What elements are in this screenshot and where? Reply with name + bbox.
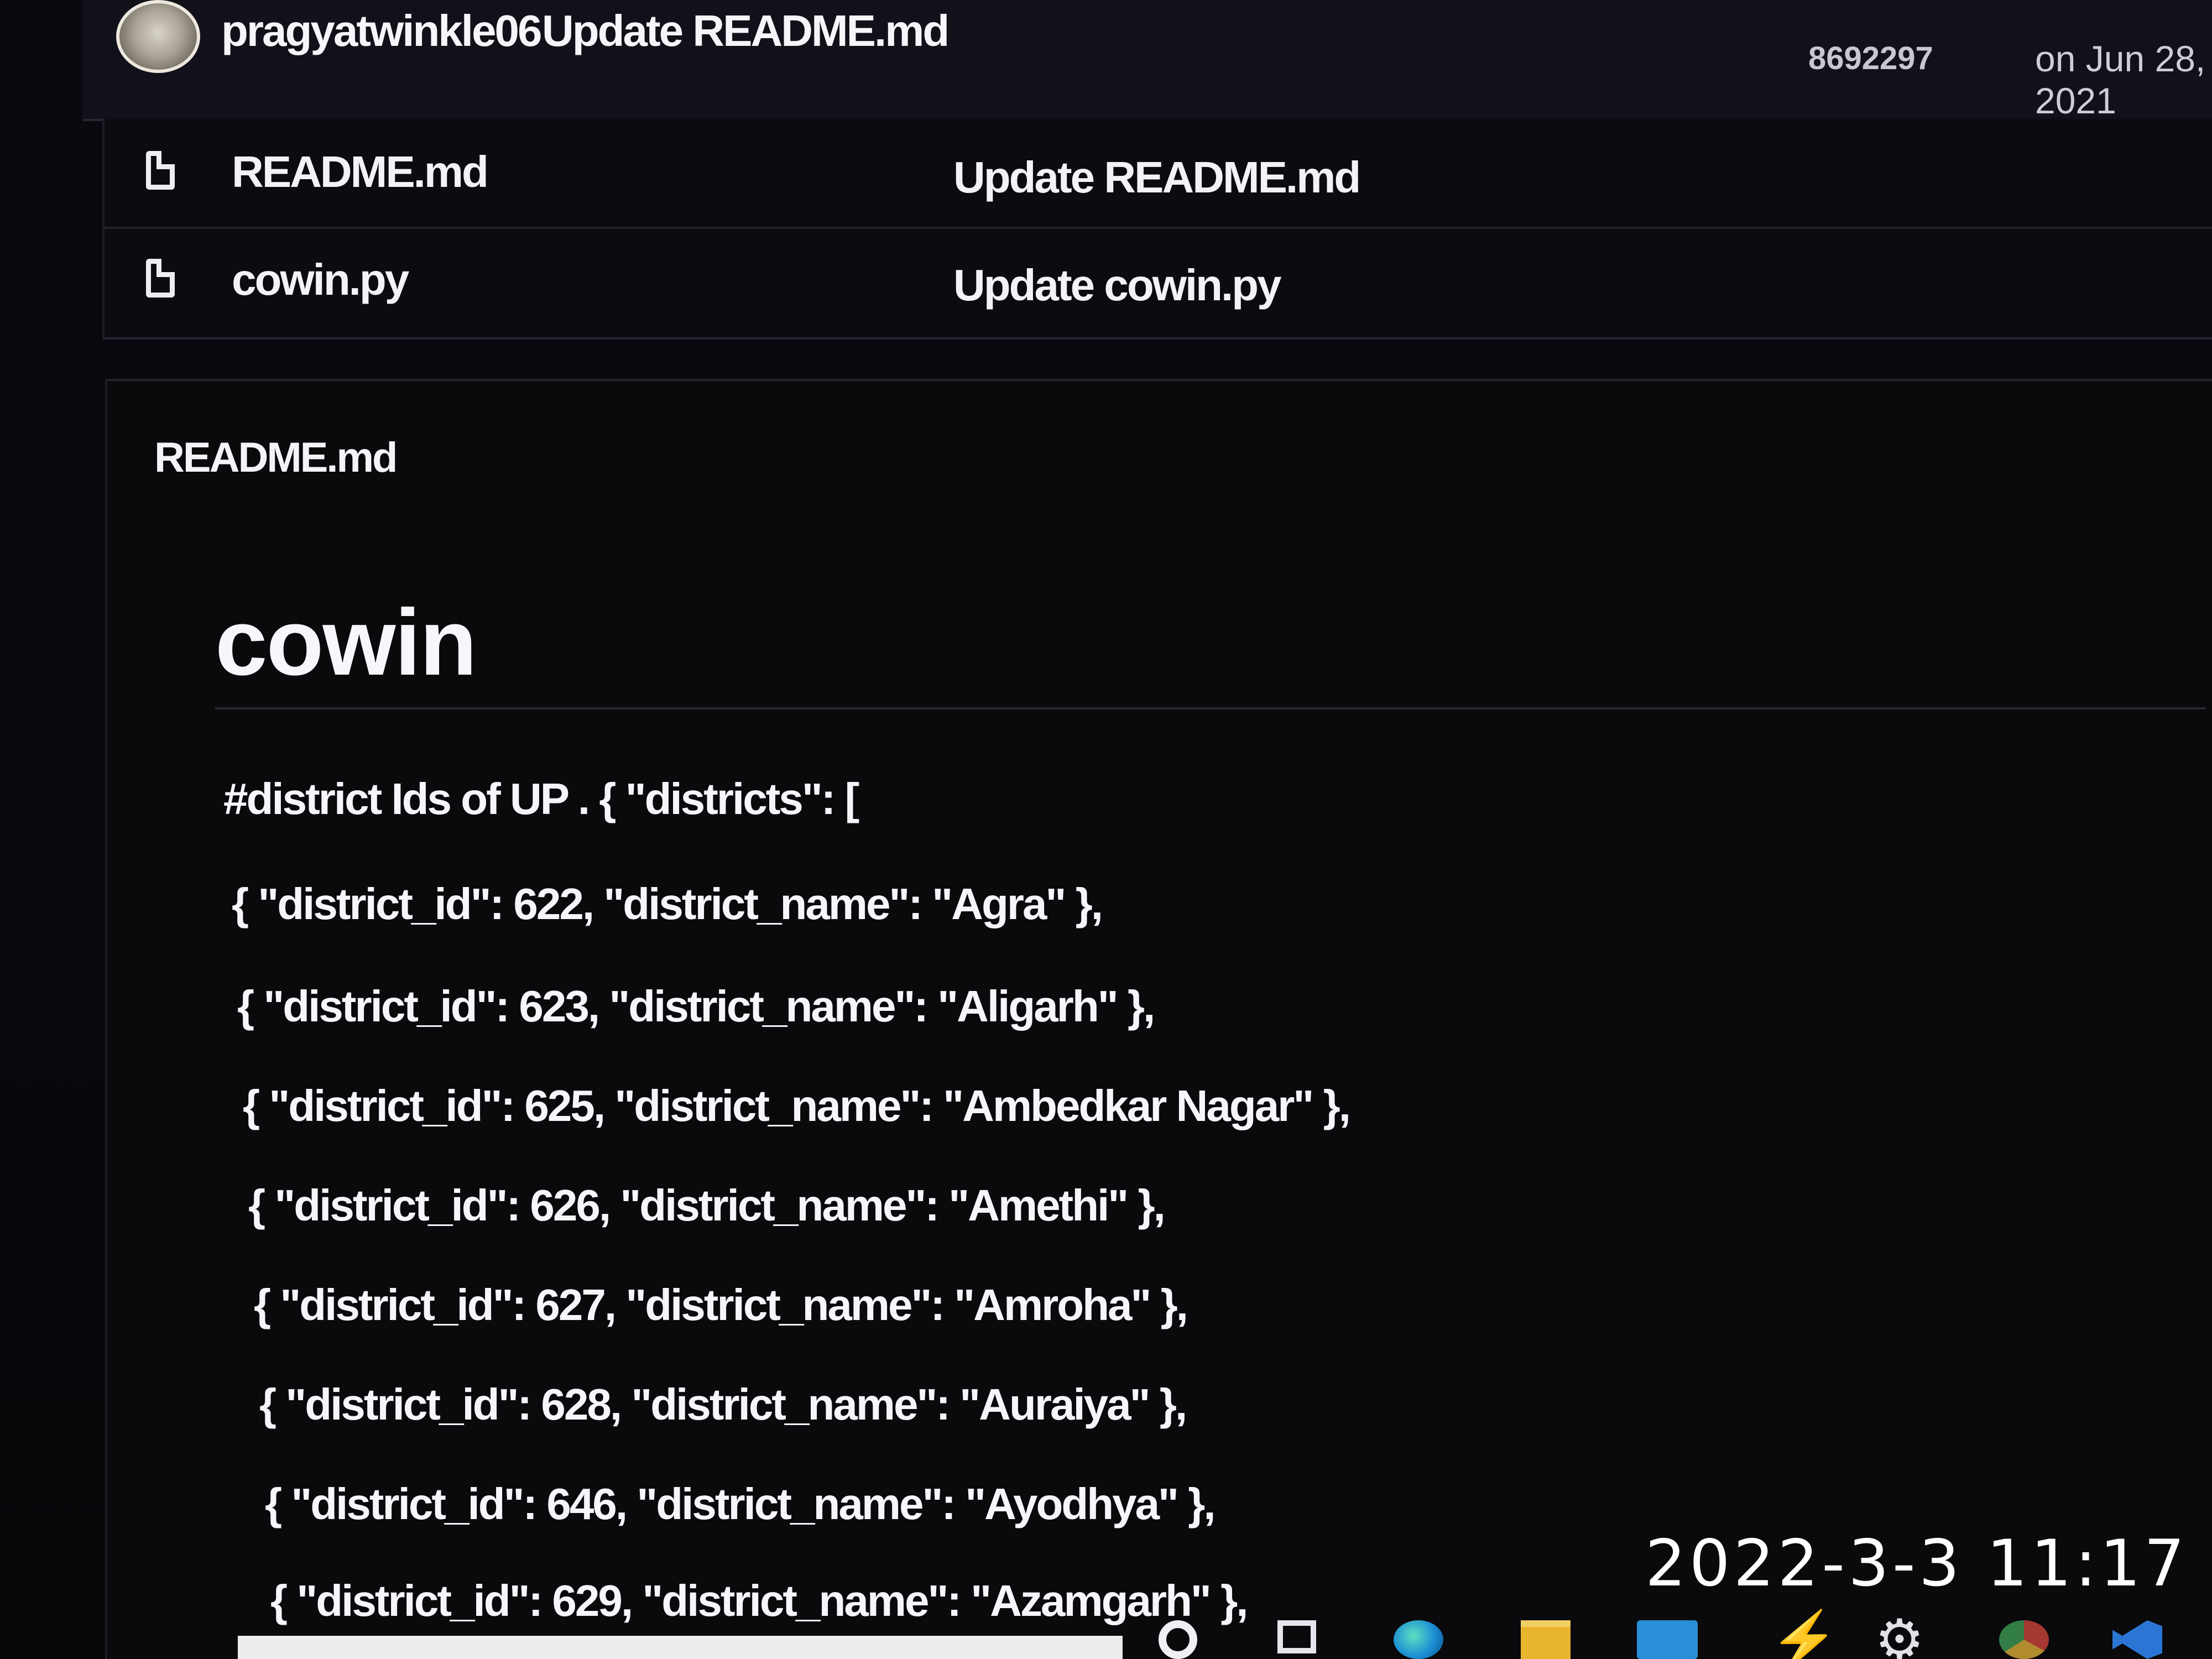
readme-header[interactable]: README.md [154, 434, 398, 482]
photo-timestamp: 2022-3-3 11:17 [1645, 1526, 2188, 1601]
readme-title: cowin [215, 590, 477, 695]
taskbar-search-box[interactable] [238, 1636, 1123, 1659]
latest-commit-bar: pragyatwinkle06 Update README.md 8692297… [83, 0, 2212, 121]
readme-line: { "district_id": 627, "district_name": "… [254, 1280, 1188, 1329]
commit-sha[interactable]: 8692297 [1808, 40, 1933, 77]
file-list: README.md Update README.md cowin.py Upda… [102, 119, 2212, 340]
readme-line: { "district_id": 628, "district_name": "… [259, 1380, 1187, 1429]
commit-author[interactable]: pragyatwinkle06 [221, 6, 542, 56]
chrome-icon[interactable] [1999, 1620, 2049, 1659]
title-divider [215, 707, 2206, 709]
file-row-cowin-py[interactable]: cowin.py Update cowin.py [105, 227, 2212, 335]
readme-line: { "district_id": 623, "district_name": "… [237, 982, 1155, 1031]
author-avatar[interactable] [116, 0, 200, 73]
commit-message[interactable]: Update README.md [542, 6, 950, 56]
task-view-icon[interactable] [1277, 1620, 1316, 1653]
readme-line: { "district_id": 629, "district_name": "… [270, 1576, 1248, 1625]
readme-line: { "district_id": 646, "district_name": "… [265, 1479, 1216, 1528]
file-name[interactable]: cowin.py [232, 254, 409, 305]
search-icon[interactable] [1159, 1620, 1197, 1659]
readme-line: { "district_id": 625, "district_name": "… [243, 1081, 1351, 1130]
edge-icon[interactable] [1394, 1620, 1443, 1659]
mail-icon[interactable] [1637, 1620, 1698, 1659]
bolt-app-icon[interactable]: ⚡ [1770, 1612, 1839, 1659]
readme-line: #district Ids of UP . { "districts": [ [223, 774, 859, 823]
file-icon [146, 259, 175, 298]
file-row-readme[interactable]: README.md Update README.md [105, 119, 2212, 229]
commit-date: on Jun 28, 2021 [2035, 38, 2206, 121]
file-name[interactable]: README.md [232, 147, 489, 197]
file-icon [146, 151, 175, 190]
file-last-commit[interactable]: Update README.md [953, 152, 1361, 203]
settings-gear-icon[interactable]: ⚙ [1875, 1612, 1924, 1659]
screen: pragyatwinkle06 Update README.md 8692297… [0, 0, 2212, 1659]
readme-line: { "district_id": 622, "district_name": "… [232, 879, 1103, 928]
readme-line: { "district_id": 626, "district_name": "… [248, 1181, 1166, 1230]
readme-panel: README.md cowin #district Ids of UP . { … [105, 379, 2212, 1659]
file-last-commit[interactable]: Update cowin.py [953, 260, 1282, 311]
file-explorer-icon[interactable] [1521, 1620, 1571, 1659]
